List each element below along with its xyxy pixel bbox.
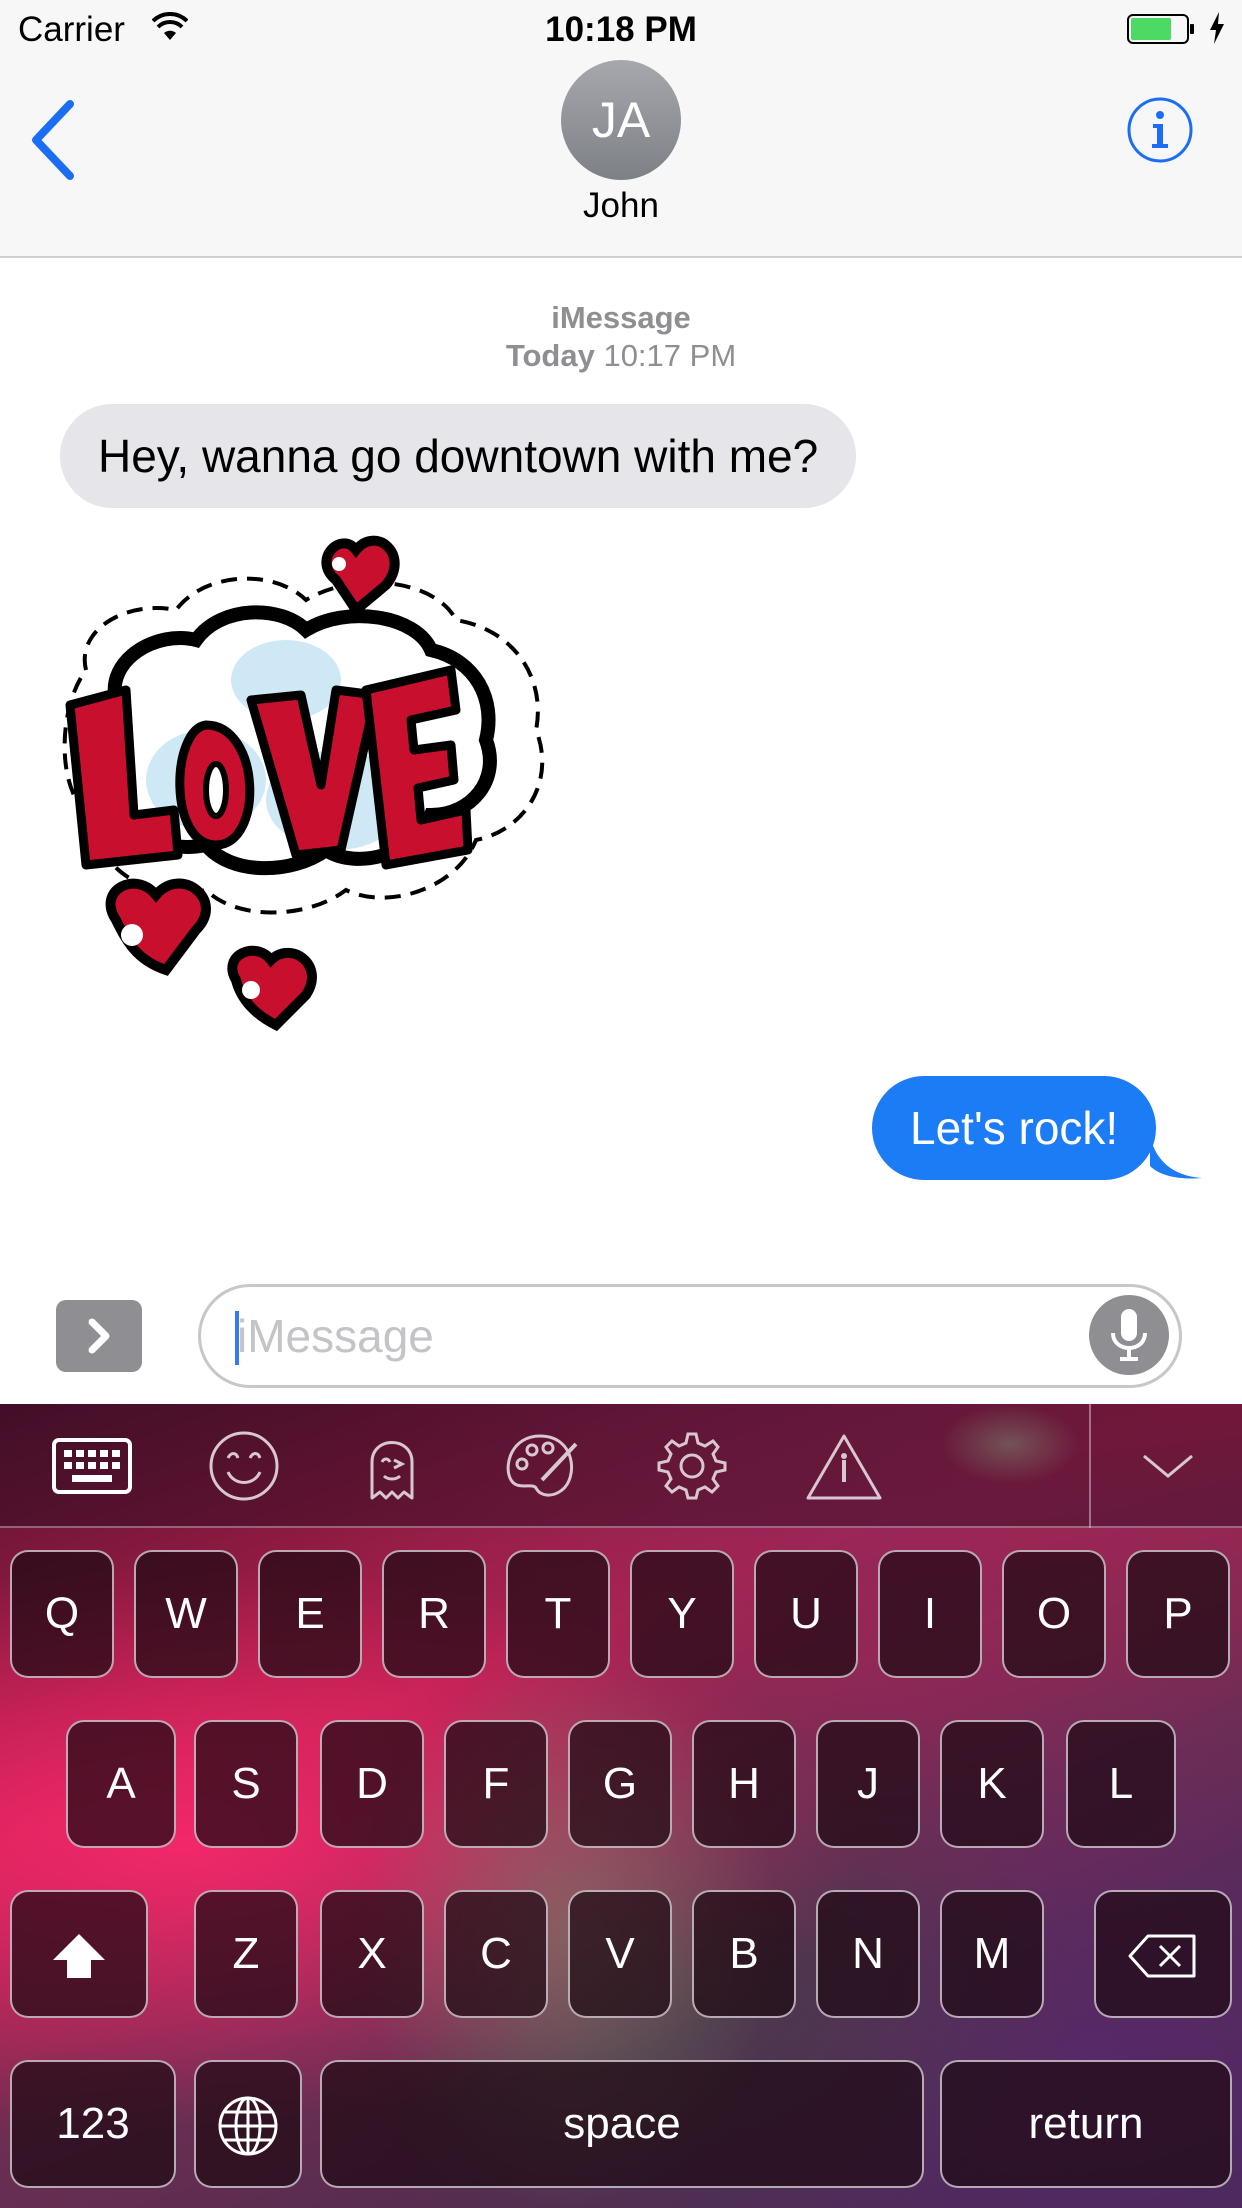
key-y[interactable]: Y bbox=[630, 1550, 734, 1678]
backspace-icon bbox=[1128, 1934, 1196, 1978]
love-sticker[interactable] bbox=[56, 510, 556, 1050]
outgoing-message-bubble[interactable]: Let's rock! bbox=[872, 1076, 1157, 1180]
status-bar: Carrier 10:18 PM bbox=[0, 0, 1242, 60]
key-n[interactable]: N bbox=[816, 1890, 920, 2018]
gear-icon[interactable] bbox=[652, 1430, 732, 1502]
message-input-placeholder: iMessage bbox=[237, 1310, 434, 1362]
smiley-icon[interactable] bbox=[204, 1430, 284, 1502]
key-l[interactable]: L bbox=[1066, 1720, 1176, 1848]
key-k[interactable]: K bbox=[940, 1720, 1044, 1848]
shift-arrow-icon bbox=[53, 1934, 105, 1979]
keyboard-toolbar bbox=[0, 1404, 1242, 1528]
key-b[interactable]: B bbox=[692, 1890, 796, 2018]
key-r[interactable]: R bbox=[382, 1550, 486, 1678]
key-h[interactable]: H bbox=[692, 1720, 796, 1848]
info-icon[interactable] bbox=[1126, 96, 1194, 164]
charging-bolt-icon bbox=[1210, 12, 1224, 44]
key-x[interactable]: X bbox=[320, 1890, 424, 2018]
numbers-key[interactable]: 123 bbox=[10, 2060, 176, 2188]
incoming-message-bubble[interactable]: Hey, wanna go downtown with me? bbox=[60, 404, 857, 508]
key-z[interactable]: Z bbox=[194, 1890, 298, 2018]
key-d[interactable]: D bbox=[320, 1720, 424, 1848]
keyboard-icon[interactable] bbox=[52, 1430, 132, 1502]
microphone-icon bbox=[1111, 1309, 1147, 1361]
status-time: 10:18 PM bbox=[545, 10, 697, 49]
battery-icon bbox=[1127, 14, 1194, 44]
palette-icon[interactable] bbox=[502, 1430, 582, 1502]
timestamp-time: 10:17 PM bbox=[603, 338, 737, 373]
warning-icon[interactable] bbox=[804, 1430, 884, 1502]
key-e[interactable]: E bbox=[258, 1550, 362, 1678]
delete-key[interactable] bbox=[1094, 1890, 1232, 2018]
key-p[interactable]: P bbox=[1126, 1550, 1230, 1678]
return-key[interactable]: return bbox=[940, 2060, 1232, 2188]
message-timestamp: Today 10:17 PM bbox=[0, 338, 1242, 374]
key-u[interactable]: U bbox=[754, 1550, 858, 1678]
toolbar-divider bbox=[1089, 1404, 1091, 1528]
service-label: iMessage bbox=[551, 300, 691, 335]
outgoing-bubble-tail bbox=[1150, 1136, 1202, 1179]
timestamp-day: Today bbox=[505, 338, 595, 373]
conversation-header: JA John bbox=[0, 60, 1242, 258]
dictation-button[interactable] bbox=[1089, 1295, 1169, 1375]
key-o[interactable]: O bbox=[1002, 1550, 1106, 1678]
key-q[interactable]: Q bbox=[10, 1550, 114, 1678]
globe-key[interactable] bbox=[194, 2060, 302, 2188]
key-j[interactable]: J bbox=[816, 1720, 920, 1848]
key-i[interactable]: I bbox=[878, 1550, 982, 1678]
space-key[interactable]: space bbox=[320, 2060, 924, 2188]
chevron-right-icon bbox=[88, 1318, 110, 1354]
ghost-icon[interactable] bbox=[352, 1430, 432, 1502]
contact-name[interactable]: John bbox=[0, 186, 1242, 226]
key-s[interactable]: S bbox=[194, 1720, 298, 1848]
globe-icon bbox=[218, 2096, 278, 2156]
message-input-bar: iMessage bbox=[0, 1260, 1242, 1404]
contact-avatar[interactable]: JA bbox=[561, 60, 681, 180]
message-input[interactable]: iMessage bbox=[198, 1284, 1182, 1388]
key-w[interactable]: W bbox=[134, 1550, 238, 1678]
key-t[interactable]: T bbox=[506, 1550, 610, 1678]
shift-key[interactable] bbox=[10, 1890, 148, 2018]
key-g[interactable]: G bbox=[568, 1720, 672, 1848]
chevron-down-icon[interactable] bbox=[1140, 1444, 1196, 1488]
key-f[interactable]: F bbox=[444, 1720, 548, 1848]
key-v[interactable]: V bbox=[568, 1890, 672, 2018]
key-a[interactable]: A bbox=[66, 1720, 176, 1848]
key-m[interactable]: M bbox=[940, 1890, 1044, 2018]
key-c[interactable]: C bbox=[444, 1890, 548, 2018]
back-chevron-icon[interactable] bbox=[26, 98, 86, 188]
keyboard: Q W E R T Y U I O P A S D F G H J K L Z … bbox=[0, 1404, 1242, 2208]
apps-expand-button[interactable] bbox=[56, 1300, 142, 1372]
